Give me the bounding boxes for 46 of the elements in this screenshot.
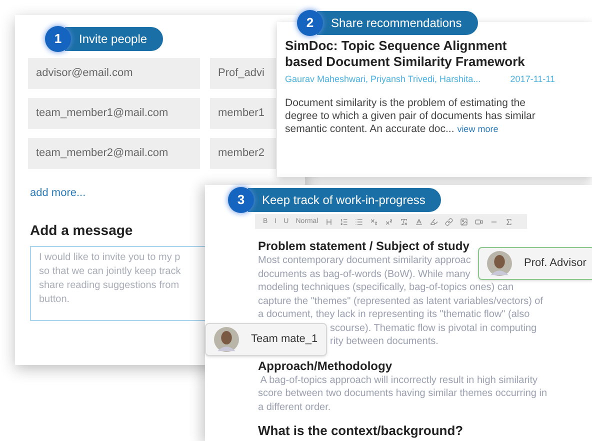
step-label: Share recommendations — [317, 11, 478, 35]
section-text: Most contemporary document similarity approac — [258, 254, 471, 268]
heading-icon[interactable] — [325, 218, 334, 226]
bullet-list-icon[interactable] — [355, 218, 364, 226]
image-icon[interactable] — [460, 218, 468, 226]
message-field[interactable]: I would like to invite you to my p so that we can jointly keep track share reading suggestions from button. — [30, 246, 205, 321]
section-text: scourse). Thematic flow is pivotal in computing — [330, 322, 537, 335]
section-text: rity between documents. — [330, 335, 438, 348]
email-field[interactable]: team_member2@mail.com — [28, 138, 200, 169]
section-heading: Problem statement / Subject of study — [258, 239, 470, 254]
email-field[interactable]: team_member1@mail.com — [28, 98, 200, 129]
superscript-icon[interactable] — [385, 218, 394, 226]
paper-abstract: Document similarity is the problem of estimating the degree to which a given pair of documents has similar semantic content. An accurate doc... view more — [285, 96, 536, 136]
add-more-link[interactable]: add more... — [30, 187, 86, 199]
section-text: capture the "themes" (represented as latent variables/vectors) of — [258, 294, 544, 308]
video-icon[interactable] — [475, 218, 484, 226]
avatar-icon — [214, 327, 239, 352]
section-heading: Approach/Methodology — [258, 358, 392, 374]
section-text: documents as bag-of-words (BoW). While many — [258, 268, 470, 281]
paper-date: 2017-11-11 — [510, 73, 555, 86]
name-field[interactable]: member1 — [210, 98, 276, 129]
step-label: Invite people — [65, 27, 164, 51]
collaborator-name: Team mate_1 — [251, 332, 318, 348]
name-field[interactable]: member2 — [210, 138, 276, 169]
paper-title[interactable]: SimDoc: Topic Sequence Alignment based Document Similarity Framework — [285, 38, 535, 70]
avatar-icon — [487, 251, 512, 276]
paper-authors: Gaurav Maheshwari, Priyansh Trivedi, Harshita... — [285, 73, 481, 86]
name-field[interactable]: Prof_advi — [210, 58, 276, 89]
section-text: a document, they lack in representing its "thematic flow" (also — [258, 308, 530, 322]
clear-format-icon[interactable] — [400, 218, 408, 226]
view-more-link[interactable]: view more — [457, 124, 498, 134]
section-text: A bag-of-topics approach will incorrectly result in high similarity — [259, 374, 538, 387]
sigma-icon[interactable] — [505, 218, 514, 226]
link-icon[interactable] — [445, 218, 454, 226]
email-field[interactable]: advisor@email.com — [28, 58, 200, 89]
collaborator-name: Prof. Advisor — [524, 256, 586, 272]
step-label: Keep track of work-in-progress — [248, 188, 442, 212]
section-text: a different order. — [258, 400, 331, 414]
section-text: modeling techniques (specifically, bag-of-topics ones) can — [258, 281, 514, 294]
numbered-list-icon[interactable] — [340, 218, 348, 226]
section-text: score between two documents having similar themes occurring in — [258, 387, 548, 400]
section-heading: What is the context/background? — [258, 424, 464, 438]
subscript-icon[interactable] — [370, 218, 378, 226]
highlighter-icon[interactable] — [430, 218, 438, 226]
message-title: Add a message — [30, 221, 133, 240]
text-color-icon[interactable] — [415, 218, 424, 226]
